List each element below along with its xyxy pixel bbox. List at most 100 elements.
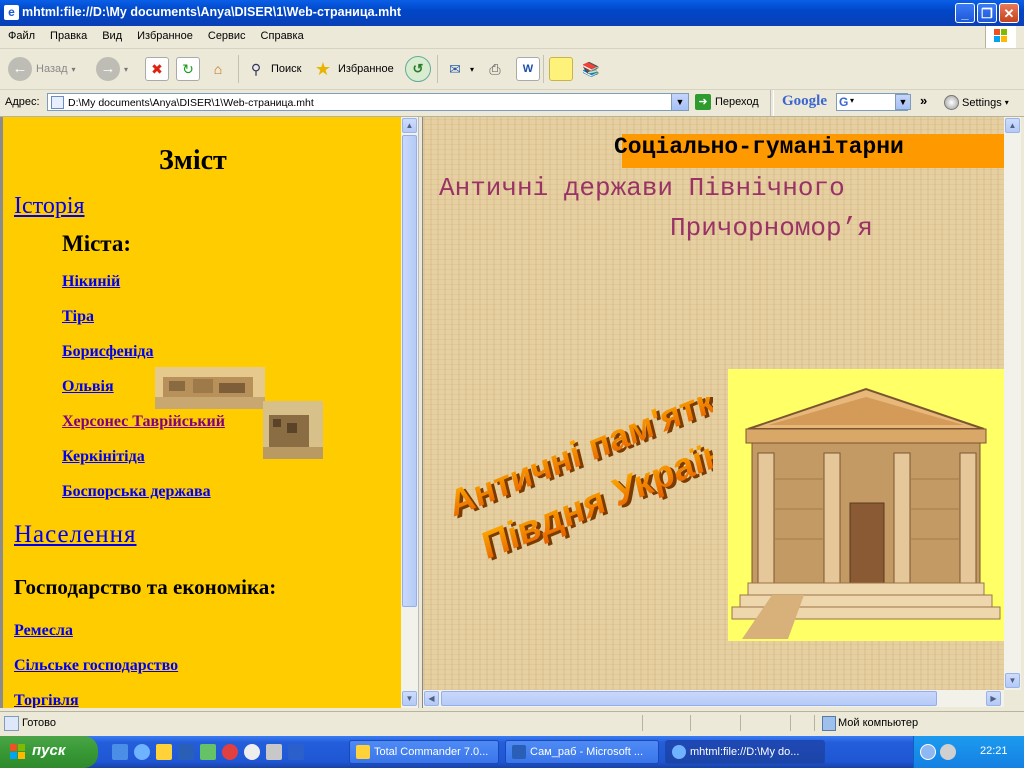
menu-help[interactable]: Справка (253, 26, 311, 42)
address-dropdown-icon[interactable]: ▼ (671, 94, 688, 110)
app-icon[interactable] (156, 744, 172, 760)
status-divider (690, 715, 691, 731)
back-button[interactable]: ← Назад ▾ (8, 55, 76, 83)
app-icon[interactable] (200, 744, 216, 760)
scroll-down-icon[interactable]: ▼ (402, 691, 417, 706)
scroll-down-icon[interactable]: ▼ (1005, 673, 1020, 688)
search-button[interactable]: ⚲ Поиск (245, 55, 302, 83)
scroll-corner (1004, 690, 1021, 707)
scroll-left-icon[interactable]: ◀ (424, 691, 439, 706)
google-dropdown-icon[interactable]: ▾ (850, 96, 854, 105)
menu-bar: Файл Правка Вид Избранное Сервис Справка (0, 26, 1024, 49)
desktop-icon[interactable] (112, 744, 128, 760)
favorites-label: Избранное (338, 63, 394, 75)
mail-dropdown-icon[interactable]: ▾ (470, 65, 474, 74)
left-scrollbar[interactable]: ▲ ▼ (401, 117, 418, 708)
tray-app-icon[interactable] (940, 744, 956, 760)
opera-icon[interactable] (222, 744, 238, 760)
toolbar: ← Назад ▾ → ▾ ✖ ↻ ⌂ ⚲ Поиск ★ Избранное … (0, 49, 1024, 90)
refresh-icon: ↻ (176, 57, 200, 81)
network-icon[interactable] (920, 744, 936, 760)
status-text: Готово (22, 717, 56, 729)
status-divider (790, 715, 791, 731)
status-divider (740, 715, 741, 731)
forward-dropdown-icon[interactable]: ▾ (124, 65, 128, 74)
cities-label: Міста: (62, 231, 132, 256)
word-icon: W (516, 57, 540, 81)
address-input[interactable]: D:\My documents\Anya\DISER\1\Web-страниц… (47, 93, 689, 111)
temple-image (728, 369, 1004, 641)
favorites-button[interactable]: ★ Избранное (312, 55, 394, 83)
hscroll-thumb[interactable] (441, 691, 937, 706)
maximize-button[interactable]: ❐ (977, 3, 997, 23)
scroll-up-icon[interactable]: ▲ (402, 118, 417, 133)
forward-button[interactable]: → ▾ (96, 55, 128, 83)
task-label: Total Commander 7.0... (374, 746, 489, 758)
back-dropdown-icon[interactable]: ▾ (72, 65, 76, 74)
link-city-khersones[interactable]: Херсонес Таврійський (62, 413, 225, 431)
link-city-kerkinitida[interactable]: Керкінітіда (62, 448, 145, 466)
link-city-olviya[interactable]: Ольвія (62, 378, 114, 396)
settings-button[interactable]: Settings ▾ (944, 95, 1009, 110)
economy-label: Господарство та економіка: (14, 575, 277, 599)
search-label: Поиск (271, 63, 302, 75)
link-city-nikiniy[interactable]: Нікиній (62, 273, 120, 291)
status-bar: Готово Мой компьютер (0, 711, 1024, 734)
save-icon[interactable] (288, 744, 304, 760)
home-button[interactable]: ⌂ (207, 55, 229, 83)
task-word-document[interactable]: Сам_раб - Microsoft ... (505, 740, 659, 764)
go-button[interactable]: ➜ Переход (695, 94, 759, 110)
settings-icon (944, 95, 959, 110)
right-scrollbar[interactable]: ▲ ▼ (1004, 117, 1021, 690)
link-population[interactable]: Населення (14, 521, 136, 549)
settings-label: Settings (962, 96, 1002, 109)
link-city-bosporus[interactable]: Боспорська держава (62, 483, 211, 501)
menu-edit[interactable]: Правка (42, 26, 94, 42)
media-icon[interactable] (244, 744, 260, 760)
refresh-button[interactable]: ↻ (176, 55, 200, 83)
link-city-borysfenida[interactable]: Борисфеніда (62, 343, 154, 361)
horizontal-scrollbar[interactable]: ◀ ▶ (423, 690, 1004, 707)
chevron-more-icon[interactable]: » (920, 93, 927, 108)
research-button[interactable]: 📚 (580, 55, 602, 83)
ie-quicklaunch-icon[interactable] (134, 744, 150, 760)
menu-view[interactable]: Вид (94, 26, 129, 42)
notes-button[interactable] (549, 55, 573, 83)
menu-favorites[interactable]: Избранное (129, 26, 200, 42)
toolbar-separator (238, 55, 239, 83)
settings-dropdown-icon: ▾ (1004, 98, 1009, 107)
start-button[interactable]: пуск (0, 736, 98, 768)
address-value: D:\My documents\Anya\DISER\1\Web-страниц… (68, 97, 314, 109)
scroll-thumb[interactable] (402, 135, 417, 607)
stop-button[interactable]: ✖ (145, 55, 169, 83)
link-history[interactable]: Історія (14, 193, 85, 220)
clock: 22:21 (980, 745, 1008, 757)
computer-icon (822, 716, 836, 731)
link-crafts[interactable]: Ремесла (14, 622, 73, 640)
system-tray: 22:21 (913, 736, 1024, 768)
note-icon (549, 57, 573, 81)
edit-word-button[interactable]: W (516, 55, 540, 83)
task-total-commander[interactable]: Total Commander 7.0... (349, 740, 499, 764)
back-label: Назад (36, 63, 68, 75)
task-ie-window[interactable]: mhtml:file://D:\My do... (665, 740, 825, 764)
history-button[interactable]: ↺ (405, 55, 431, 83)
link-city-tira[interactable]: Тіра (62, 308, 94, 326)
print-button[interactable]: ⎙ (484, 55, 506, 83)
menu-tools[interactable]: Сервис (200, 26, 253, 42)
scroll-right-icon[interactable]: ▶ (986, 691, 1001, 706)
minimize-button[interactable]: _ (955, 3, 975, 23)
tool-icon[interactable] (266, 744, 282, 760)
google-g-icon: G (839, 95, 849, 109)
google-combo-dropdown-icon[interactable]: ▼ (895, 94, 911, 110)
zone-text: Мой компьютер (838, 717, 919, 729)
close-button[interactable]: ✕ (999, 3, 1019, 23)
link-trade[interactable]: Торгівля (14, 692, 79, 708)
menu-file[interactable]: Файл (0, 26, 42, 42)
link-agriculture[interactable]: Сільське господарство (14, 657, 178, 675)
total-commander-icon (356, 745, 370, 759)
mail-button[interactable]: ✉ ▾ (444, 55, 474, 83)
scroll-up-icon[interactable]: ▲ (1005, 118, 1020, 133)
word-quicklaunch-icon[interactable] (178, 744, 194, 760)
status-divider (642, 715, 643, 731)
